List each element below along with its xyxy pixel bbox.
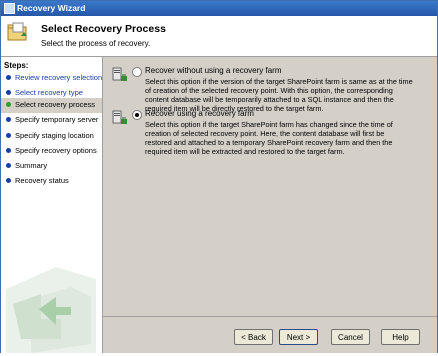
option-label-with-farm[interactable]: Recover using a recovery farm (145, 109, 254, 118)
sharepoint-farm-icon (112, 110, 127, 124)
page-title: Select Recovery Process (41, 23, 166, 35)
sharepoint-server-icon (112, 67, 127, 81)
step-specify-temporary-server: Specify temporary server (1, 113, 102, 128)
option-radio-without-farm[interactable] (132, 67, 142, 77)
wizard-header: Select Recovery Process Select the proce… (1, 16, 437, 57)
window-title: Recovery Wizard (17, 3, 86, 13)
step-bullet-icon (6, 133, 11, 138)
step-label: Select recovery process (15, 100, 96, 109)
title-bar[interactable]: Recovery Wizard (1, 1, 437, 16)
back-button[interactable]: < Back (234, 329, 273, 345)
step-bullet-icon (6, 163, 11, 168)
cancel-button[interactable]: Cancel (331, 329, 370, 345)
step-bullet-icon (6, 178, 11, 183)
folder-recovery-icon (7, 22, 27, 41)
step-review-recovery-selection[interactable]: Review recovery selection (1, 71, 102, 86)
next-button[interactable]: Next > (279, 329, 318, 345)
step-label: Review recovery selection (15, 73, 103, 82)
option-radio-with-farm[interactable] (132, 110, 142, 120)
step-bullet-icon (6, 102, 11, 107)
wizard-footer: < Back Next > Cancel Help (103, 316, 437, 354)
app-icon (4, 3, 15, 14)
option-desc-with-farm: Select this option if the target SharePo… (145, 120, 393, 156)
step-specify-staging-location: Specify staging location (1, 129, 102, 144)
step-bullet-icon (6, 117, 11, 122)
step-label: Summary (15, 161, 48, 170)
step-recovery-status: Recovery status (1, 174, 102, 189)
step-label: Specify recovery options (15, 146, 97, 155)
step-label: Specify staging location (15, 131, 94, 140)
step-summary: Summary (1, 159, 102, 174)
recovery-options-panel: Recover without using a recovery farm Se… (103, 57, 437, 316)
wizard-folder-art-icon (6, 267, 96, 353)
step-select-recovery-process: Select recovery process (1, 98, 102, 113)
step-bullet-icon (6, 75, 11, 80)
page-subtitle: Select the process of recovery. (41, 39, 151, 48)
step-label: Recovery status (15, 176, 69, 185)
step-bullet-icon (6, 148, 11, 153)
steps-heading: Steps: (4, 61, 29, 70)
option-label-without-farm[interactable]: Recover without using a recovery farm (145, 66, 282, 75)
step-specify-recovery-options: Specify recovery options (1, 144, 102, 159)
step-bullet-icon (6, 90, 11, 95)
option-desc-without-farm: Select this option if the version of the… (145, 77, 413, 113)
recovery-wizard-window: Recovery Wizard Select Recovery Process … (0, 0, 438, 354)
help-button[interactable]: Help (381, 329, 420, 345)
step-label: Specify temporary server (15, 115, 99, 124)
step-label: Select recovery type (15, 88, 83, 97)
steps-sidebar: Steps: Review recovery selection Select … (1, 57, 103, 353)
